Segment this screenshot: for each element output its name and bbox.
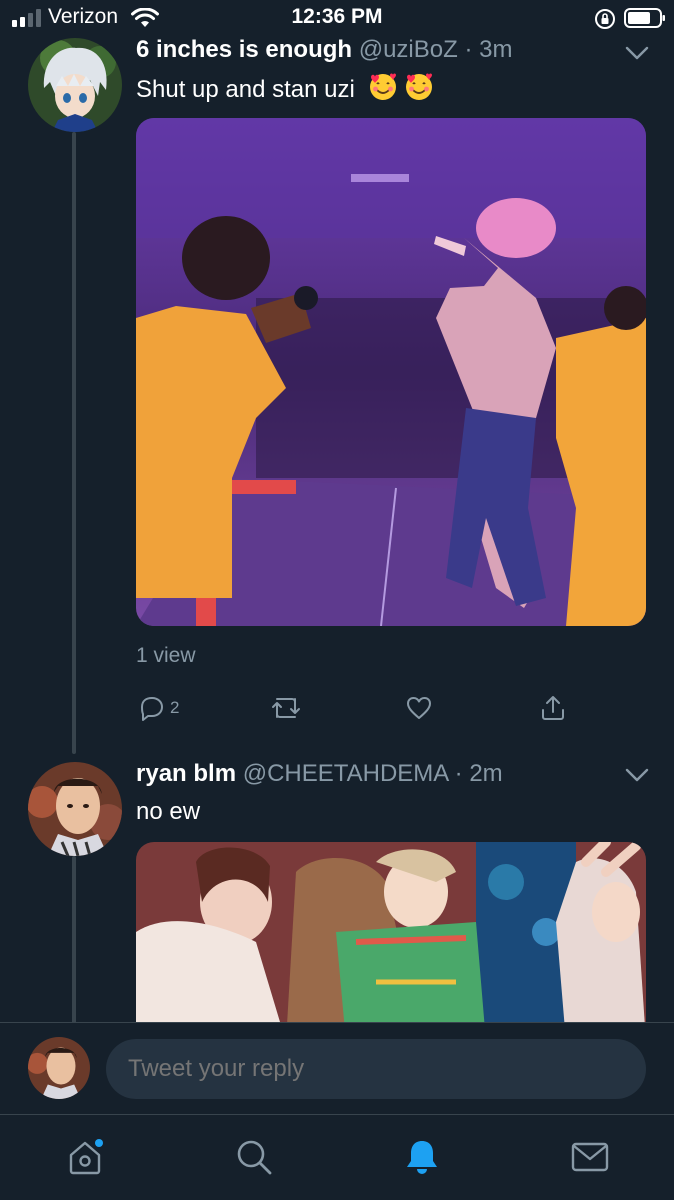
smiling-face-with-hearts-icon — [405, 73, 432, 100]
notifications-bell-icon[interactable] — [400, 1135, 444, 1179]
search-icon[interactable] — [232, 1135, 276, 1179]
chevron-down-icon[interactable] — [624, 44, 650, 62]
retweet-icon — [272, 698, 300, 718]
home-icon[interactable] — [63, 1135, 107, 1179]
user-handle[interactable]: @uziBoZ — [359, 36, 458, 63]
orientation-lock-icon — [595, 9, 615, 29]
status-time: 12:36 PM — [291, 5, 383, 28]
timestamp: 2m — [469, 760, 503, 787]
user-handle[interactable]: @CHEETAHDEMA — [243, 760, 448, 787]
reply-count: 2 — [170, 698, 180, 717]
tweet-video[interactable] — [136, 118, 646, 626]
timestamp: 3m — [479, 36, 513, 63]
separator: · — [454, 760, 463, 787]
bottom-tab-bar — [0, 1114, 674, 1200]
chevron-down-icon[interactable] — [624, 766, 650, 784]
tweet-header: 6 inches is enough @uziBoZ · 3m — [136, 36, 512, 64]
tweet-text-body: Shut up and stan uzi — [136, 76, 355, 103]
smiling-face-with-hearts-icon — [369, 73, 396, 100]
thread-line — [72, 132, 76, 754]
battery-icon — [624, 8, 665, 28]
tweet-text: no ew — [136, 798, 201, 825]
retweet-button[interactable] — [270, 692, 302, 724]
tweet-header: ryan blm @CHEETAHDEMA · 2m — [136, 760, 503, 788]
tweet-gif[interactable] — [136, 842, 646, 1042]
reply-button[interactable]: 2 — [136, 692, 179, 724]
separator: · — [464, 36, 473, 63]
messages-envelope-icon[interactable] — [568, 1135, 612, 1179]
reply-input[interactable] — [106, 1039, 646, 1099]
like-button[interactable] — [404, 692, 434, 724]
status-bar: Verizon 12:36 PM — [0, 0, 674, 36]
reply-icon — [141, 697, 163, 721]
share-button[interactable] — [538, 692, 568, 724]
share-icon — [542, 696, 564, 720]
display-name[interactable]: ryan blm — [136, 760, 236, 787]
view-count[interactable]: 1 view — [136, 644, 196, 668]
avatar[interactable] — [28, 38, 122, 132]
display-name[interactable]: 6 inches is enough — [136, 36, 352, 63]
current-user-avatar[interactable] — [28, 1037, 90, 1099]
reply-composer — [0, 1022, 674, 1114]
tweet-text: Shut up and stan uzi — [136, 72, 434, 104]
tweet-actions: 2 — [136, 692, 646, 724]
avatar[interactable] — [28, 762, 122, 856]
thread-line — [72, 856, 76, 1026]
heart-icon — [407, 697, 431, 719]
